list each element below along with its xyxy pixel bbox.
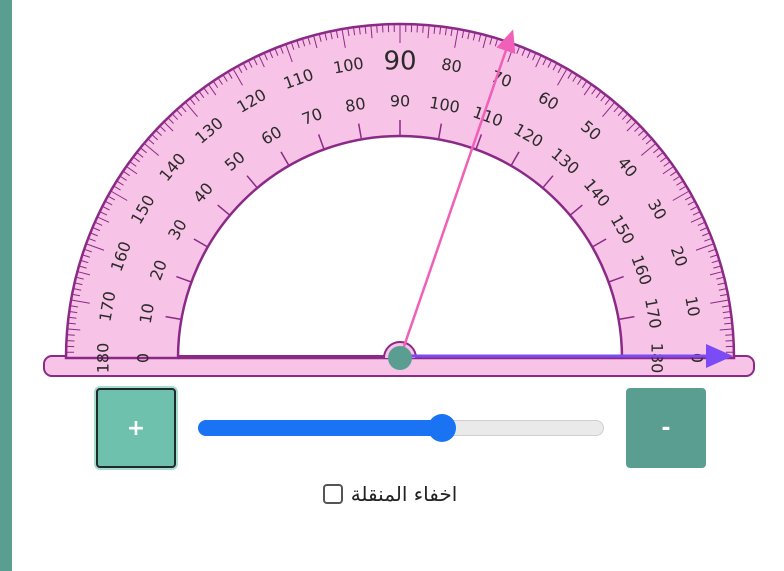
outer-scale-label: 0 (688, 353, 707, 363)
inner-scale-label: 80 (344, 94, 367, 116)
minus-label: - (661, 415, 671, 441)
outer-scale-label: 10 (681, 295, 703, 318)
plus-label: + (126, 415, 146, 441)
protractor: 0102030405060708090100110120130140150160… (43, 22, 755, 377)
outer-scale-label: 90 (383, 47, 416, 77)
hide-protractor-checkbox[interactable] (322, 484, 343, 504)
inner-scale-label: 10 (136, 302, 158, 325)
inner-scale-label: 180 (648, 343, 667, 374)
slider-fill (198, 420, 442, 436)
size-slider[interactable] (198, 414, 604, 442)
center-point[interactable] (388, 346, 412, 370)
outer-scale-label: 180 (94, 343, 113, 374)
inner-scale-label: 0 (134, 353, 153, 363)
outer-scale-label: 80 (440, 54, 463, 76)
hide-protractor-option[interactable]: اخفاء المنقلة (290, 480, 490, 508)
inner-scale-label: 90 (390, 92, 410, 111)
hide-protractor-label: اخفاء المنقلة (350, 482, 458, 506)
zoom-out-button[interactable]: - (626, 388, 706, 468)
slider-thumb[interactable] (427, 414, 456, 442)
zoom-in-button[interactable]: + (96, 388, 176, 468)
